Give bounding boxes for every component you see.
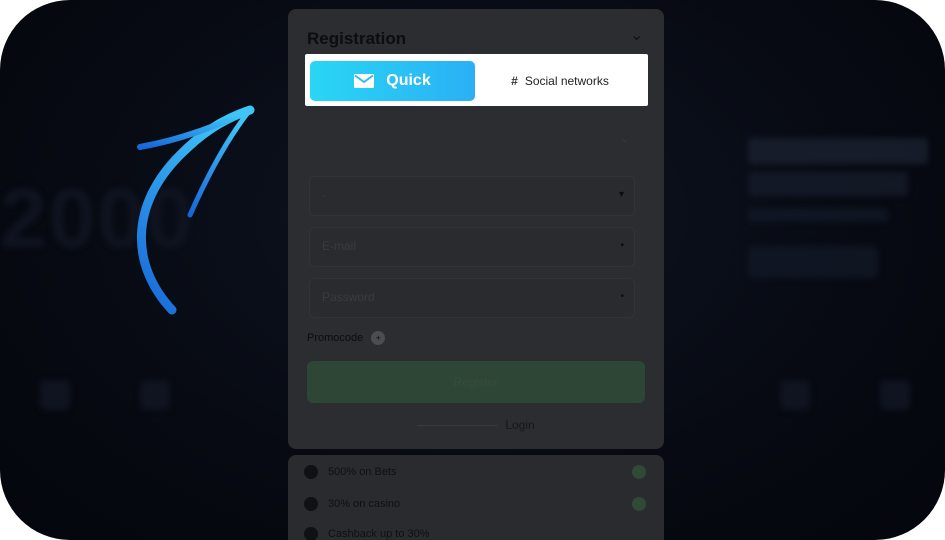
background-block (748, 138, 928, 164)
tab-social-networks[interactable]: # Social networks (477, 61, 643, 101)
pointer-arrow-icon (137, 105, 255, 315)
bonus-list: 500% on Bets 30% on casino Cashback up t… (288, 455, 664, 540)
bonus-label: 30% on casino (328, 498, 401, 510)
promocode-toggle[interactable]: Promocode + (307, 331, 386, 345)
country-select[interactable]: ⌄ (309, 124, 633, 160)
tab-quick-label: Quick (386, 72, 431, 89)
bonus-icon (304, 527, 318, 540)
chevron-down-icon: ⌄ (620, 134, 629, 145)
required-marker-icon: • (620, 240, 624, 251)
modal-title: Registration (307, 29, 407, 48)
currency-value: - (322, 188, 326, 202)
bonus-icon (304, 465, 318, 479)
background-block (748, 172, 908, 196)
register-button[interactable]: Register (307, 361, 645, 403)
divider (417, 424, 498, 426)
bonus-icon (304, 497, 318, 511)
hashtag-icon: # (511, 74, 518, 88)
background-block (748, 208, 888, 222)
check-icon (632, 465, 646, 479)
tab-social-label: Social networks (524, 74, 609, 88)
bonus-label: 500% on Bets (328, 466, 397, 478)
login-row: Login (307, 417, 645, 433)
close-icon[interactable]: ⌄ (630, 28, 644, 44)
promocode-label: Promocode (307, 332, 364, 344)
bonus-label: Cashback up to 30% (328, 528, 430, 540)
chevron-down-icon: ▾ (618, 189, 624, 200)
currency-select[interactable]: - ▾ (309, 176, 635, 216)
app-frame: 2000 Registration ⌄ Quick # Social netwo… (0, 0, 945, 540)
password-placeholder: Password (322, 290, 375, 304)
password-field[interactable]: Password • (309, 278, 635, 318)
check-icon (632, 497, 646, 511)
list-item: 500% on Bets (304, 459, 648, 485)
email-placeholder: E-mail (322, 239, 357, 253)
tab-quick[interactable]: Quick (310, 61, 475, 101)
list-item: 30% on casino (304, 491, 648, 517)
required-marker-icon: • (620, 291, 624, 302)
login-link[interactable]: Login (505, 418, 534, 432)
email-field[interactable]: E-mail • (309, 227, 635, 267)
mail-icon (354, 74, 375, 88)
registration-tabs: Quick # Social networks (305, 54, 648, 106)
background-block (748, 246, 878, 278)
list-item: Cashback up to 30% (304, 521, 648, 540)
plus-icon: + (371, 331, 386, 345)
